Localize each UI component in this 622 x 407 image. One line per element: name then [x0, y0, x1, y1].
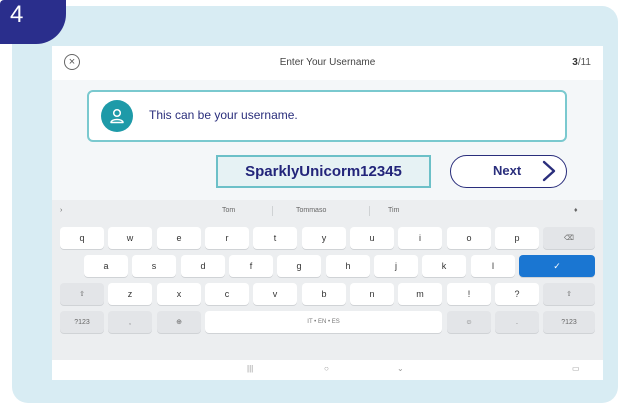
shift-key-right[interactable]: ⇧ [543, 283, 595, 305]
user-icon [110, 108, 124, 124]
shift-icon: ⇧ [79, 291, 85, 298]
page-title: Enter Your Username [279, 57, 376, 68]
step-number: 4 [10, 1, 24, 28]
username-field[interactable]: SparklyUnicorm12345 [216, 155, 431, 188]
suggestion-item[interactable]: Tim [388, 207, 399, 214]
suggestion-bar: › Tom Tommaso Tim ♦ [52, 200, 603, 222]
enter-key[interactable]: ✓ [519, 255, 595, 277]
back-chevron-icon[interactable]: ⌄ [397, 364, 404, 373]
emoji-icon: ☺ [465, 318, 473, 326]
key-g[interactable]: g [277, 255, 321, 277]
key-b[interactable]: b [302, 283, 346, 305]
key-j[interactable]: j [374, 255, 418, 277]
suggestion-divider [272, 206, 273, 216]
microphone-icon[interactable]: ♦ [574, 207, 578, 214]
key-l[interactable]: l [471, 255, 515, 277]
key-d[interactable]: d [181, 255, 225, 277]
key-t[interactable]: t [253, 227, 297, 249]
chevron-right-icon [542, 160, 556, 182]
key-u[interactable]: u [350, 227, 394, 249]
key-h[interactable]: h [326, 255, 370, 277]
recent-apps-icon[interactable]: ||| [247, 364, 253, 373]
shift-key-left[interactable]: ⇧ [60, 283, 104, 305]
key-p[interactable]: p [495, 227, 539, 249]
key-m[interactable]: m [398, 283, 442, 305]
hint-text: This can be your username. [149, 108, 298, 122]
expand-toolbar-icon[interactable]: › [60, 207, 62, 214]
suggestion-item[interactable]: Tommaso [296, 207, 326, 214]
key-s[interactable]: s [132, 255, 176, 277]
step-progress: 3/11 [572, 57, 591, 68]
backspace-icon: ⌫ [564, 235, 574, 242]
suggestion-item[interactable]: Tom [222, 207, 235, 214]
key-comma[interactable]: , [108, 311, 152, 333]
key-i[interactable]: i [398, 227, 442, 249]
key-y[interactable]: y [302, 227, 346, 249]
key-x[interactable]: x [157, 283, 201, 305]
next-button[interactable]: Next [450, 155, 567, 188]
key-question[interactable]: ? [495, 283, 539, 305]
key-z[interactable]: z [108, 283, 152, 305]
suggestion-divider [369, 206, 370, 216]
top-bar: × Enter Your Username 3/11 [52, 46, 603, 80]
globe-icon: ⊕ [176, 319, 182, 326]
space-bar[interactable]: IT • EN • ES [205, 311, 442, 333]
system-navigation-bar: ||| ○ ⌄ ▭ [52, 360, 603, 380]
key-n[interactable]: n [350, 283, 394, 305]
backspace-key[interactable]: ⌫ [543, 227, 595, 249]
tablet-screen: × Enter Your Username 3/11 This can be y… [52, 46, 603, 380]
key-k[interactable]: k [422, 255, 466, 277]
key-a[interactable]: a [84, 255, 128, 277]
username-hint-box: This can be your username. [87, 90, 567, 142]
key-w[interactable]: w [108, 227, 152, 249]
key-r[interactable]: r [205, 227, 249, 249]
key-period[interactable]: . [495, 311, 539, 333]
emoji-key[interactable]: ☺ [447, 311, 491, 333]
key-e[interactable]: e [157, 227, 201, 249]
on-screen-keyboard: › Tom Tommaso Tim ♦ q w e r t y u i o p … [52, 200, 603, 380]
key-c[interactable]: c [205, 283, 249, 305]
progress-total: /11 [577, 57, 591, 68]
symbols-key-right[interactable]: ?123 [543, 311, 595, 333]
key-exclamation[interactable]: ! [447, 283, 491, 305]
avatar [101, 100, 133, 132]
home-icon[interactable]: ○ [324, 364, 329, 373]
step-number-badge: 4 [0, 0, 66, 44]
key-f[interactable]: f [229, 255, 273, 277]
keyboard-switch-icon[interactable]: ▭ [572, 364, 580, 373]
instruction-card: 4 × Enter Your Username 3/11 This can be… [0, 0, 618, 403]
key-q[interactable]: q [60, 227, 104, 249]
language-key[interactable]: ⊕ [157, 311, 201, 333]
key-v[interactable]: v [253, 283, 297, 305]
key-o[interactable]: o [447, 227, 491, 249]
symbols-key-left[interactable]: ?123 [60, 311, 104, 333]
next-label: Next [493, 163, 522, 178]
shift-icon: ⇧ [566, 291, 572, 298]
